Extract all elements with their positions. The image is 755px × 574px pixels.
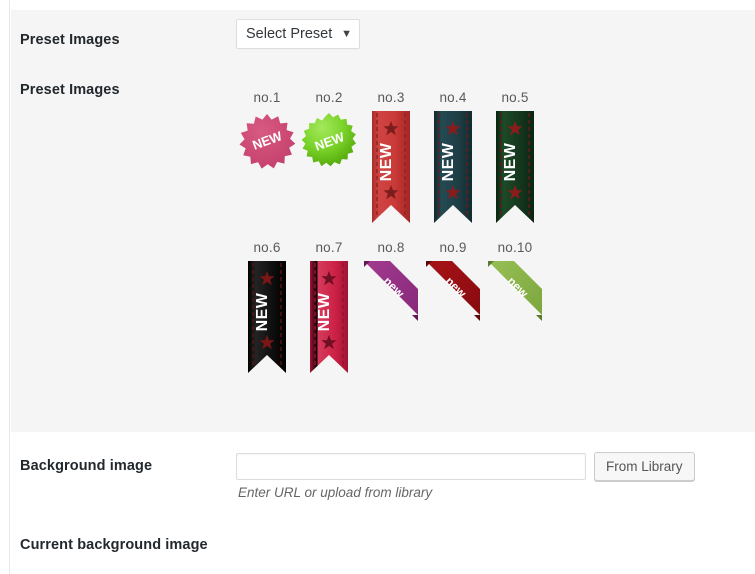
background-image-helper-text: Enter URL or upload from library (238, 485, 433, 500)
preset-item-caption: no.6 (253, 240, 281, 255)
preset-images-label: Preset Images (20, 82, 120, 98)
preset-item-1[interactable]: no.1 NEW (236, 90, 298, 234)
preset-item-caption: no.9 (439, 240, 467, 255)
preset-select[interactable]: Select Preset (236, 19, 360, 49)
preset-select-wrapper[interactable]: Select Preset ▼ (236, 19, 360, 49)
preset-item-4[interactable]: no.4 NEW (422, 90, 484, 234)
preset-images-row-2: no.6 NEW no.7 NEW no.8 new no.9 new no.1… (236, 240, 556, 390)
current-background-image-label: Current background image (20, 537, 208, 553)
preset-item-caption: no.5 (501, 90, 529, 105)
preset-item-9[interactable]: no.9 new (422, 240, 484, 384)
starburst-badge-icon: NEW (298, 109, 360, 234)
preset-item-caption: no.7 (315, 240, 343, 255)
background-image-label: Background image (20, 458, 153, 474)
ribbon-badge-icon: NEW (360, 109, 422, 234)
preset-item-7[interactable]: no.7 NEW (298, 240, 360, 384)
preset-item-10[interactable]: no.10 new (484, 240, 546, 384)
corner-ribbon-icon: new (484, 259, 546, 384)
svg-text:NEW: NEW (440, 142, 457, 181)
preset-item-caption: no.10 (497, 240, 533, 255)
corner-ribbon-icon: new (422, 259, 484, 384)
preset-images-row-1: no.1 NEW no.2 NEW no.3 NEW no.4 NEW no.5… (236, 90, 556, 240)
form-row-preset-select: Preset Images Select Preset ▼ (11, 10, 755, 72)
page-left-rail (0, 0, 10, 574)
preset-item-5[interactable]: no.5 NEW (484, 90, 546, 234)
ribbon-badge-icon: NEW (484, 109, 546, 234)
background-image-input[interactable] (236, 453, 586, 480)
form-row-preset-images: Preset Images no.1 NEW no.2 NEW no.3 NEW… (11, 72, 755, 432)
preset-item-2[interactable]: no.2 NEW (298, 90, 360, 234)
preset-select-label: Preset Images (20, 32, 120, 48)
preset-item-caption: no.8 (377, 240, 405, 255)
svg-text:NEW: NEW (378, 142, 395, 181)
ribbon-badge-icon: NEW (298, 259, 360, 384)
preset-images-grid: no.1 NEW no.2 NEW no.3 NEW no.4 NEW no.5… (236, 90, 556, 390)
form-row-background-image: Background image From Library Enter URL … (11, 432, 755, 512)
preset-item-caption: no.2 (315, 90, 343, 105)
ribbon-badge-icon: NEW (422, 109, 484, 234)
svg-text:NEW: NEW (316, 292, 333, 331)
preset-item-3[interactable]: no.3 NEW (360, 90, 422, 234)
svg-text:NEW: NEW (254, 292, 271, 331)
corner-ribbon-icon: new (360, 259, 422, 384)
ribbon-badge-icon: NEW (236, 259, 298, 384)
form-row-current-background-image: Current background image (11, 512, 755, 574)
preset-item-caption: no.4 (439, 90, 467, 105)
settings-page: Preset Images Select Preset ▼ Preset Ima… (0, 0, 755, 574)
starburst-badge-icon: NEW (236, 109, 298, 234)
from-library-button[interactable]: From Library (594, 452, 695, 481)
preset-item-caption: no.3 (377, 90, 405, 105)
preset-item-caption: no.1 (253, 90, 281, 105)
preset-item-6[interactable]: no.6 NEW (236, 240, 298, 384)
preset-item-8[interactable]: no.8 new (360, 240, 422, 384)
svg-text:NEW: NEW (502, 142, 519, 181)
